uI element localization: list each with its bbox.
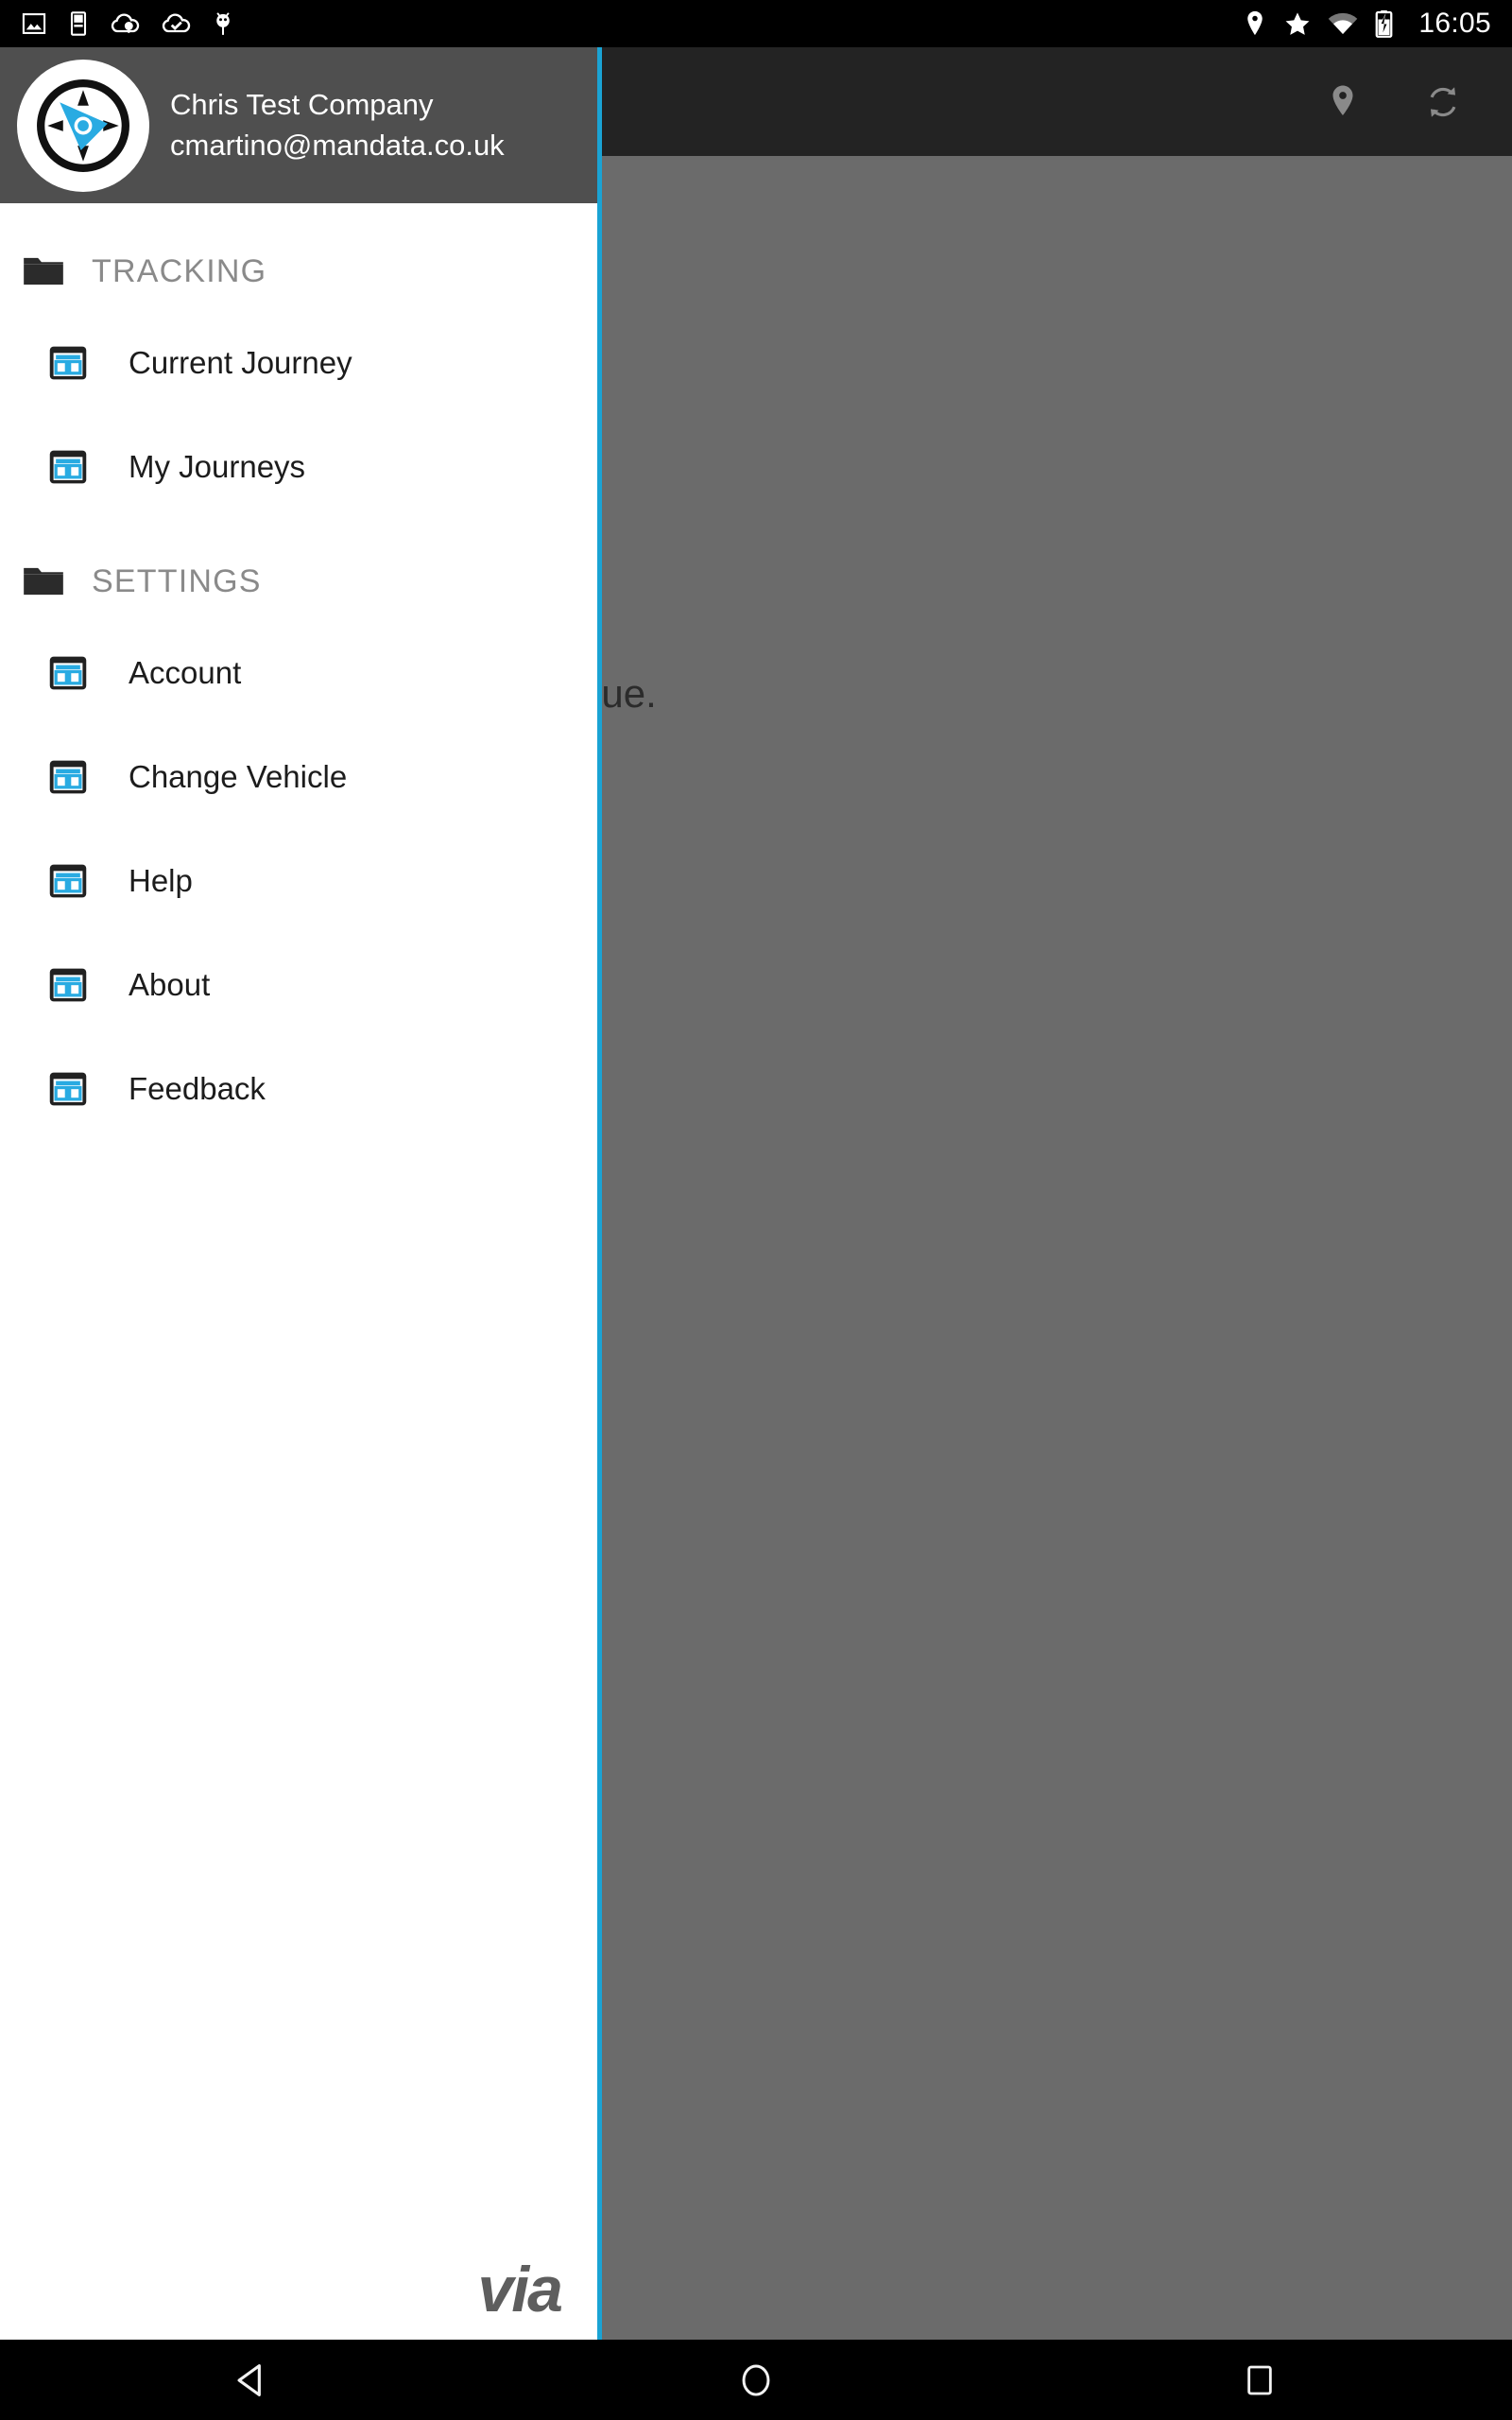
android-navigation-bar xyxy=(0,2340,1512,2420)
android-debug-icon xyxy=(212,9,234,38)
drawer-menu: TRACKING Current Journey My Journeys SET… xyxy=(0,203,597,1141)
recents-square-icon xyxy=(1247,2365,1273,2394)
back-button[interactable] xyxy=(200,2340,304,2420)
menu-item-label: Feedback xyxy=(129,1071,266,1106)
navigation-drawer: Chris Test Company cmartino@mandata.co.u… xyxy=(0,47,602,2340)
section-label: SETTINGS xyxy=(92,562,262,599)
menu-item-help[interactable]: Help xyxy=(0,829,597,933)
star-icon xyxy=(1283,10,1312,38)
home-circle-icon xyxy=(742,2363,770,2396)
dashboard-icon xyxy=(47,756,89,798)
home-button[interactable] xyxy=(704,2340,808,2420)
dashboard-icon xyxy=(47,446,89,488)
section-header-settings: SETTINGS xyxy=(0,542,597,621)
menu-item-label: My Journeys xyxy=(129,449,306,484)
status-bar: 16:05 xyxy=(0,0,1512,47)
drawer-header[interactable]: Chris Test Company cmartino@mandata.co.u… xyxy=(0,47,597,203)
location-pin-action[interactable] xyxy=(1316,76,1369,129)
battery-charging-icon xyxy=(1374,9,1394,38)
refresh-action[interactable] xyxy=(1417,76,1469,129)
menu-item-label: About xyxy=(129,967,211,1002)
account-name: Chris Test Company xyxy=(170,87,434,121)
account-info: Chris Test Company cmartino@mandata.co.u… xyxy=(170,87,505,162)
account-email: cmartino@mandata.co.uk xyxy=(170,128,505,162)
dashboard-icon xyxy=(47,1068,89,1110)
menu-item-my-journeys[interactable]: My Journeys xyxy=(0,415,597,519)
dashboard-icon xyxy=(47,652,89,694)
menu-item-account[interactable]: Account xyxy=(0,621,597,725)
wifi-icon xyxy=(1328,11,1358,37)
storage-icon xyxy=(68,10,89,37)
via-logo: via xyxy=(477,2254,563,2325)
avatar xyxy=(17,59,149,192)
status-bar-right-icons: 16:05 xyxy=(1243,8,1491,40)
section-label: TRACKING xyxy=(92,252,267,289)
menu-item-label: Account xyxy=(129,655,242,690)
cloud-sync-icon xyxy=(110,10,140,37)
device-screen: off to continue. xyxy=(0,0,1512,2420)
back-triangle-icon xyxy=(237,2363,261,2396)
cloud-done-icon xyxy=(161,10,191,37)
menu-item-change-vehicle[interactable]: Change Vehicle xyxy=(0,725,597,829)
compass-icon xyxy=(27,69,139,182)
section-header-tracking: TRACKING xyxy=(0,232,597,311)
status-bar-clock: 16:05 xyxy=(1418,8,1491,39)
folder-icon xyxy=(19,247,68,296)
location-icon xyxy=(1243,9,1267,38)
menu-item-current-journey[interactable]: Current Journey xyxy=(0,311,597,415)
refresh-icon xyxy=(1430,86,1456,117)
menu-item-feedback[interactable]: Feedback xyxy=(0,1037,597,1141)
folder-icon xyxy=(19,557,68,606)
menu-item-label: Change Vehicle xyxy=(129,759,348,794)
location-pin-icon xyxy=(1332,85,1353,115)
dashboard-icon xyxy=(47,964,89,1006)
image-icon xyxy=(21,10,47,37)
recents-button[interactable] xyxy=(1208,2340,1312,2420)
status-bar-left-icons xyxy=(21,9,234,38)
dashboard-icon xyxy=(47,342,89,384)
menu-item-about[interactable]: About xyxy=(0,933,597,1037)
menu-item-label: Help xyxy=(129,863,193,898)
menu-item-label: Current Journey xyxy=(129,345,352,380)
dashboard-icon xyxy=(47,860,89,902)
